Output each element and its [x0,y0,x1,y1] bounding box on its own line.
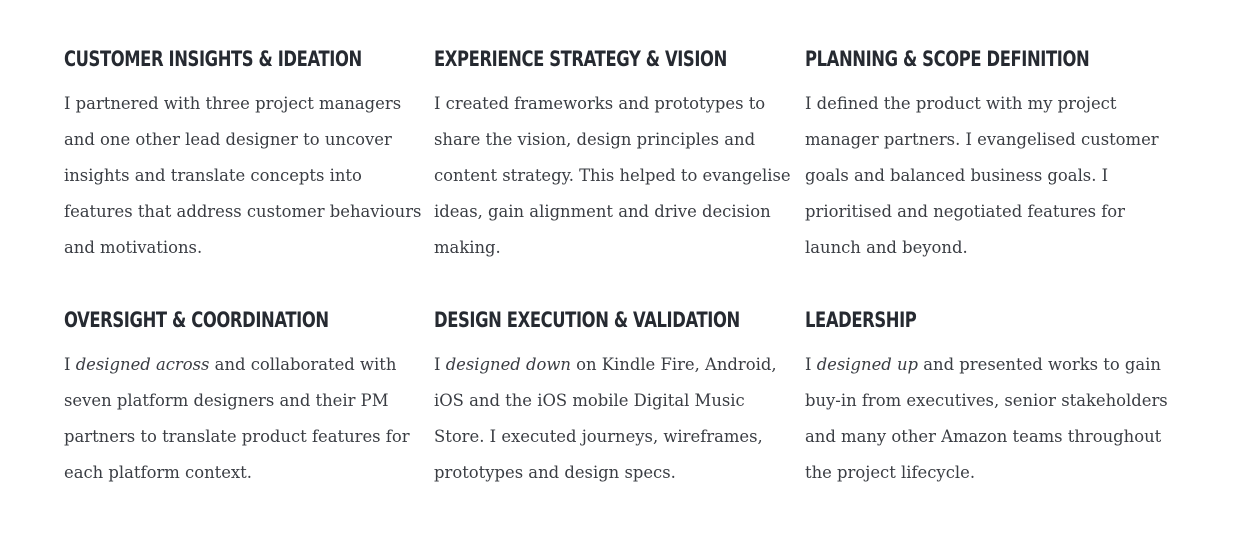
section-title: PLANNING & SCOPE DEFINITION [805,47,1090,71]
section-description-rest: and presented works to gain buy-in from … [805,355,1168,482]
section-description-rest: and collaborated with seven platform des… [64,355,410,482]
section-planning-scope: PLANNING & SCOPE DEFINITION I defined th… [805,42,1174,303]
section-description-lead: I [434,355,446,374]
section-experience-strategy: EXPERIENCE STRATEGY & VISION I created f… [434,42,805,303]
section-description-lead: I [64,355,76,374]
section-description-emphasis: designed across [75,355,210,374]
section-title: DESIGN EXECUTION & VALIDATION [434,308,740,332]
section-title: EXPERIENCE STRATEGY & VISION [434,47,727,71]
section-leadership: LEADERSHIP I designed up and presented w… [805,303,1174,523]
section-customer-insights: CUSTOMER INSIGHTS & IDEATION I partnered… [64,42,434,303]
section-description-emphasis: designed down [445,355,571,374]
section-description-lead: I [805,355,817,374]
section-description: I defined the product with my project ma… [805,94,1159,257]
section-oversight-coordination: OVERSIGHT & COORDINATION I designed acro… [64,303,434,523]
section-design-execution: DESIGN EXECUTION & VALIDATION I designed… [434,303,805,523]
section-description-rest: on Kindle Fire, Android, iOS and the iOS… [434,355,777,482]
section-description: I designed up and presented works to gai… [805,347,1168,491]
section-title: CUSTOMER INSIGHTS & IDEATION [64,47,362,71]
section-description: I designed across and collaborated with … [64,347,428,491]
section-title: OVERSIGHT & COORDINATION [64,308,329,332]
section-description: I designed down on Kindle Fire, Android,… [434,347,799,491]
section-description-emphasis: designed up [816,355,919,374]
role-sections-grid: CUSTOMER INSIGHTS & IDEATION I partnered… [64,42,1174,523]
section-description: I partnered with three project managers … [64,94,422,257]
section-title: LEADERSHIP [805,308,917,332]
section-description: I created frameworks and prototypes to s… [434,94,791,257]
